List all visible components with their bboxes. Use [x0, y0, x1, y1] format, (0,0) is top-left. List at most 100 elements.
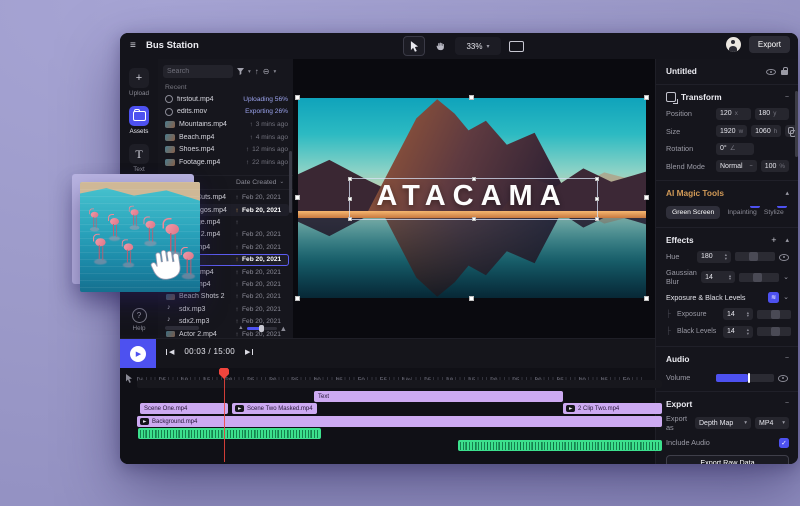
- frame-handle[interactable]: [469, 95, 474, 100]
- blend-mode-select[interactable]: Normal−: [716, 160, 757, 172]
- zoom-slider-handle[interactable]: [259, 325, 264, 332]
- exposure-slider[interactable]: [757, 310, 791, 319]
- selection-handle[interactable]: [348, 177, 352, 181]
- clip-two[interactable]: 2 Clip Two.mp4: [563, 403, 662, 414]
- recent-item[interactable]: Mountains.mp4 ↑ 3 mins ago: [165, 118, 288, 131]
- recent-item[interactable]: Beach.mp4 ↑ 4 mins ago: [165, 131, 288, 144]
- upload-icon[interactable]: ↑: [255, 68, 259, 76]
- lock-icon[interactable]: [781, 67, 789, 76]
- collapse-icon[interactable]: −: [785, 94, 789, 101]
- slider-handle[interactable]: [771, 310, 780, 319]
- column-date[interactable]: Date Created: [236, 179, 276, 186]
- effect-visibility-icon[interactable]: [779, 252, 789, 262]
- slider-handle[interactable]: [749, 252, 758, 261]
- empty-track[interactable]: [137, 380, 662, 388]
- filter-icon[interactable]: [237, 68, 244, 75]
- timeline[interactable]: 0s05101520253035404550551m05101520253035…: [120, 368, 655, 464]
- chevron-down-icon[interactable]: ⌄: [783, 273, 789, 281]
- frame-handle[interactable]: [644, 296, 649, 301]
- search-input[interactable]: [163, 65, 233, 78]
- selection-handle[interactable]: [595, 177, 599, 181]
- clip-scene-one[interactable]: Scene One.mp4: [140, 403, 228, 414]
- export-button[interactable]: Export: [749, 36, 790, 53]
- zoom-level-select[interactable]: 33% ▾: [455, 37, 501, 55]
- text-selection-box[interactable]: [349, 178, 598, 220]
- collapse-icon[interactable]: ▴: [785, 189, 789, 197]
- preview-canvas[interactable]: ATACAMA: [293, 59, 655, 338]
- clip-text[interactable]: Text: [314, 391, 563, 402]
- sort-icon[interactable]: ⌄: [279, 178, 284, 186]
- fullscreen-button[interactable]: [506, 37, 526, 55]
- rotation-input[interactable]: 0°∠: [716, 143, 754, 155]
- clip-scene-two[interactable]: Scene Two Masked.mp4: [232, 403, 317, 414]
- selection-handle[interactable]: [348, 217, 352, 221]
- opacity-input[interactable]: 100%: [761, 160, 789, 172]
- black-levels-input[interactable]: 14 ▴▾: [723, 326, 753, 338]
- frame-handle[interactable]: [295, 95, 300, 100]
- selection-handle[interactable]: [472, 217, 476, 221]
- slider-handle[interactable]: [771, 327, 780, 336]
- skip-back-button[interactable]: ◀: [166, 348, 177, 356]
- exposure-input[interactable]: 14 ▴▾: [723, 308, 753, 320]
- volume-handle[interactable]: [748, 373, 751, 383]
- ai-tool-button[interactable]: Inpainting: [727, 206, 756, 219]
- recent-item[interactable]: edits.mov ↑ Exporting 26%: [165, 106, 288, 119]
- chevron-down-icon[interactable]: ⌄: [783, 293, 789, 301]
- size-height-input[interactable]: 1060h: [751, 125, 781, 137]
- fx-badge-button[interactable]: ≋: [768, 292, 779, 303]
- thumbnail-zoom-control[interactable]: ▲ ▲: [238, 324, 287, 333]
- add-effect-icon[interactable]: +: [771, 235, 776, 245]
- hue-slider[interactable]: [735, 252, 775, 261]
- export-format-select[interactable]: Depth Map▾: [695, 417, 751, 429]
- ai-tool-button[interactable]: Stylize: [764, 206, 784, 219]
- size-width-input[interactable]: 1920w: [716, 125, 747, 137]
- selection-handle[interactable]: [595, 197, 599, 201]
- selection-handle[interactable]: [472, 177, 476, 181]
- blur-input[interactable]: 14 ▴▾: [701, 271, 735, 283]
- recent-item[interactable]: Shoes.mp4 ↑ 12 mins ago: [165, 143, 288, 156]
- zoom-slider[interactable]: [247, 327, 277, 330]
- recent-item[interactable]: Footage.mp4 ↑ 22 mins ago: [165, 156, 288, 169]
- filter-dropdown-icon[interactable]: ▾: [248, 68, 251, 76]
- user-avatar[interactable]: [726, 37, 741, 52]
- rail-item-text[interactable]: T Text: [120, 144, 158, 173]
- include-audio-checkbox[interactable]: ✓: [779, 438, 789, 448]
- file-row[interactable]: Beach Shots 2 ↑ Feb 20, 2021: [164, 291, 289, 303]
- collapse-icon[interactable]: −: [785, 400, 789, 407]
- select-tool-button[interactable]: [403, 36, 425, 56]
- hue-input[interactable]: 180 ▴▾: [697, 251, 731, 263]
- selection-handle[interactable]: [595, 217, 599, 221]
- position-x-input[interactable]: 120x: [716, 108, 751, 120]
- slider-handle[interactable]: [753, 273, 762, 282]
- horizontal-scrollbar[interactable]: [165, 326, 199, 330]
- playhead[interactable]: [219, 368, 229, 464]
- rail-item-assets[interactable]: Assets: [120, 106, 158, 135]
- ai-tool-button[interactable]: Green Screen: [666, 206, 720, 219]
- help-button[interactable]: ? Help: [120, 308, 158, 332]
- position-y-input[interactable]: 180y: [755, 108, 790, 120]
- collapse-icon[interactable]: −: [785, 355, 789, 362]
- skip-forward-button[interactable]: ▶: [242, 348, 253, 356]
- frame-handle[interactable]: [295, 195, 300, 200]
- export-raw-data-button[interactable]: Export Raw Data: [666, 455, 789, 465]
- library-scrollbar[interactable]: [289, 151, 292, 213]
- frame-handle[interactable]: [644, 195, 649, 200]
- menu-icon[interactable]: ≡: [130, 40, 136, 52]
- volume-slider[interactable]: [716, 374, 774, 382]
- clip-background[interactable]: Background.mp4: [137, 416, 662, 427]
- inspector-scrollbar[interactable]: [795, 91, 798, 157]
- collapse-icon[interactable]: ▴: [785, 236, 789, 244]
- audio-visibility-icon[interactable]: [778, 373, 788, 383]
- frame-handle[interactable]: [644, 95, 649, 100]
- recent-item[interactable]: firstout.mp4 ↑ Uploading 56%: [165, 93, 288, 106]
- hand-tool-button[interactable]: [430, 37, 450, 55]
- audio-clip[interactable]: [138, 428, 321, 439]
- blur-slider[interactable]: [739, 273, 779, 282]
- visibility-icon[interactable]: [766, 66, 776, 76]
- collection-icon[interactable]: ⊖: [263, 68, 270, 76]
- collection-dropdown-icon[interactable]: ▾: [273, 68, 276, 76]
- export-container-select[interactable]: MP4▾: [755, 417, 789, 429]
- black-levels-slider[interactable]: [757, 327, 791, 336]
- rail-item-upload[interactable]: + Upload: [120, 68, 158, 97]
- file-row[interactable]: sdx.mp3 ↑ Feb 20, 2021: [164, 303, 289, 315]
